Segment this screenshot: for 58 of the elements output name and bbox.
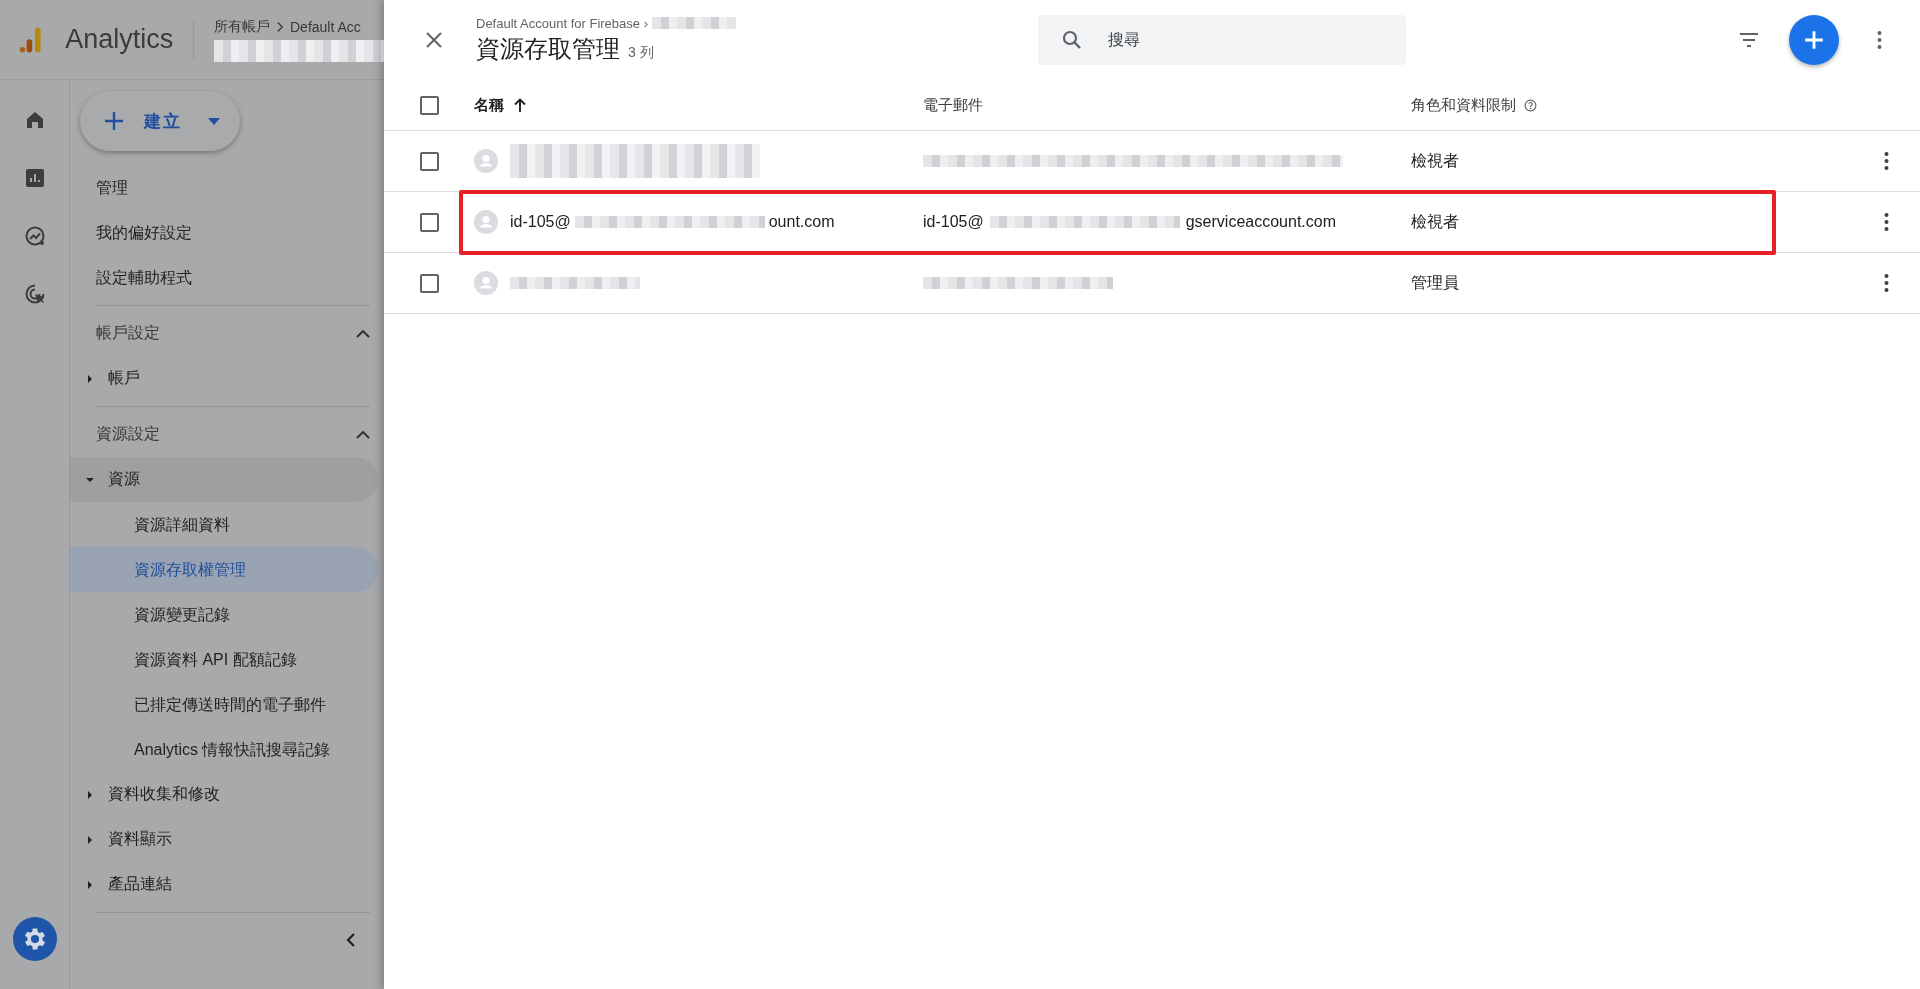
- plus-icon: [104, 111, 124, 131]
- search-field[interactable]: 搜尋: [1038, 15, 1406, 65]
- caret-down-icon: [86, 475, 94, 484]
- sidebar-item[interactable]: 資源: [70, 457, 378, 502]
- sidebar-item[interactable]: 資料顯示: [70, 817, 378, 862]
- row-count: 3 列: [628, 43, 654, 62]
- avatar-icon: [474, 210, 498, 234]
- section-header[interactable]: 資源設定: [70, 412, 370, 457]
- sidebar-item[interactable]: 資料收集和修改: [70, 772, 378, 817]
- chevron-left-icon[interactable]: [346, 932, 356, 948]
- add-button[interactable]: [1789, 15, 1839, 65]
- caret-right-icon: [86, 374, 94, 383]
- avatar-icon: [474, 149, 498, 173]
- more-vert-icon[interactable]: [1884, 213, 1889, 231]
- checkbox[interactable]: [419, 212, 439, 232]
- checkbox[interactable]: [419, 95, 439, 115]
- breadcrumb-link[interactable]: 所有帳戶: [214, 17, 270, 36]
- checkbox[interactable]: [419, 151, 439, 171]
- role-text: 檢視者: [1411, 150, 1459, 171]
- sidebar-item[interactable]: 帳戶: [70, 356, 378, 401]
- product-name: Analytics: [65, 24, 174, 55]
- column-header[interactable]: 名稱: [474, 95, 504, 115]
- cell-text: gserviceaccount.com: [1185, 213, 1336, 231]
- sidebar-subitem[interactable]: Analytics 情報快訊搜尋記錄: [70, 727, 378, 772]
- chevron-right-icon: [276, 20, 284, 33]
- checkbox[interactable]: [419, 273, 439, 293]
- cell-text: id-105@: [923, 213, 984, 231]
- sidebar-subitem[interactable]: 資源詳細資料: [70, 502, 378, 547]
- dropdown-arrow-icon: [208, 117, 220, 125]
- help-icon[interactable]: [1524, 98, 1537, 112]
- caret-right-icon: [86, 790, 94, 799]
- breadcrumb-link[interactable]: Default Account for Firebase ›: [476, 15, 648, 31]
- role-text: 檢視者: [1411, 211, 1459, 232]
- column-header[interactable]: 電子郵件: [923, 95, 983, 115]
- cell-text: ount.com: [768, 213, 835, 231]
- sidebar-subitem[interactable]: 資源變更記錄: [70, 592, 378, 637]
- breadcrumb-link[interactable]: Default Acc: [290, 18, 361, 35]
- sidebar-link[interactable]: 我的偏好設定: [70, 210, 378, 255]
- more-vert-icon[interactable]: [1884, 152, 1889, 170]
- section-header[interactable]: 帳戶設定: [70, 311, 370, 356]
- panel-title: 資源存取管理: [476, 33, 620, 64]
- sidebar-item[interactable]: 產品連結: [70, 862, 378, 907]
- arrow-up-icon[interactable]: [514, 98, 526, 112]
- cell-text: id-105@: [510, 213, 571, 231]
- avatar-icon: [474, 271, 498, 295]
- more-vert-icon[interactable]: [1884, 274, 1889, 292]
- close-icon[interactable]: [426, 32, 442, 48]
- role-text: 管理員: [1411, 272, 1459, 293]
- sidebar-link[interactable]: 管理: [70, 165, 378, 210]
- column-header[interactable]: 角色和資料限制: [1411, 95, 1516, 115]
- more-vert-icon[interactable]: [1877, 31, 1882, 49]
- sidebar-link[interactable]: 設定輔助程式: [70, 255, 378, 300]
- sidebar-subitem[interactable]: 資源資料 API 配額記錄: [70, 637, 378, 682]
- caret-right-icon: [86, 880, 94, 889]
- sidebar-subitem[interactable]: 已排定傳送時間的電子郵件: [70, 682, 378, 727]
- plus-icon: [1803, 29, 1825, 51]
- settings-button[interactable]: [12, 917, 57, 961]
- caret-right-icon: [86, 835, 94, 844]
